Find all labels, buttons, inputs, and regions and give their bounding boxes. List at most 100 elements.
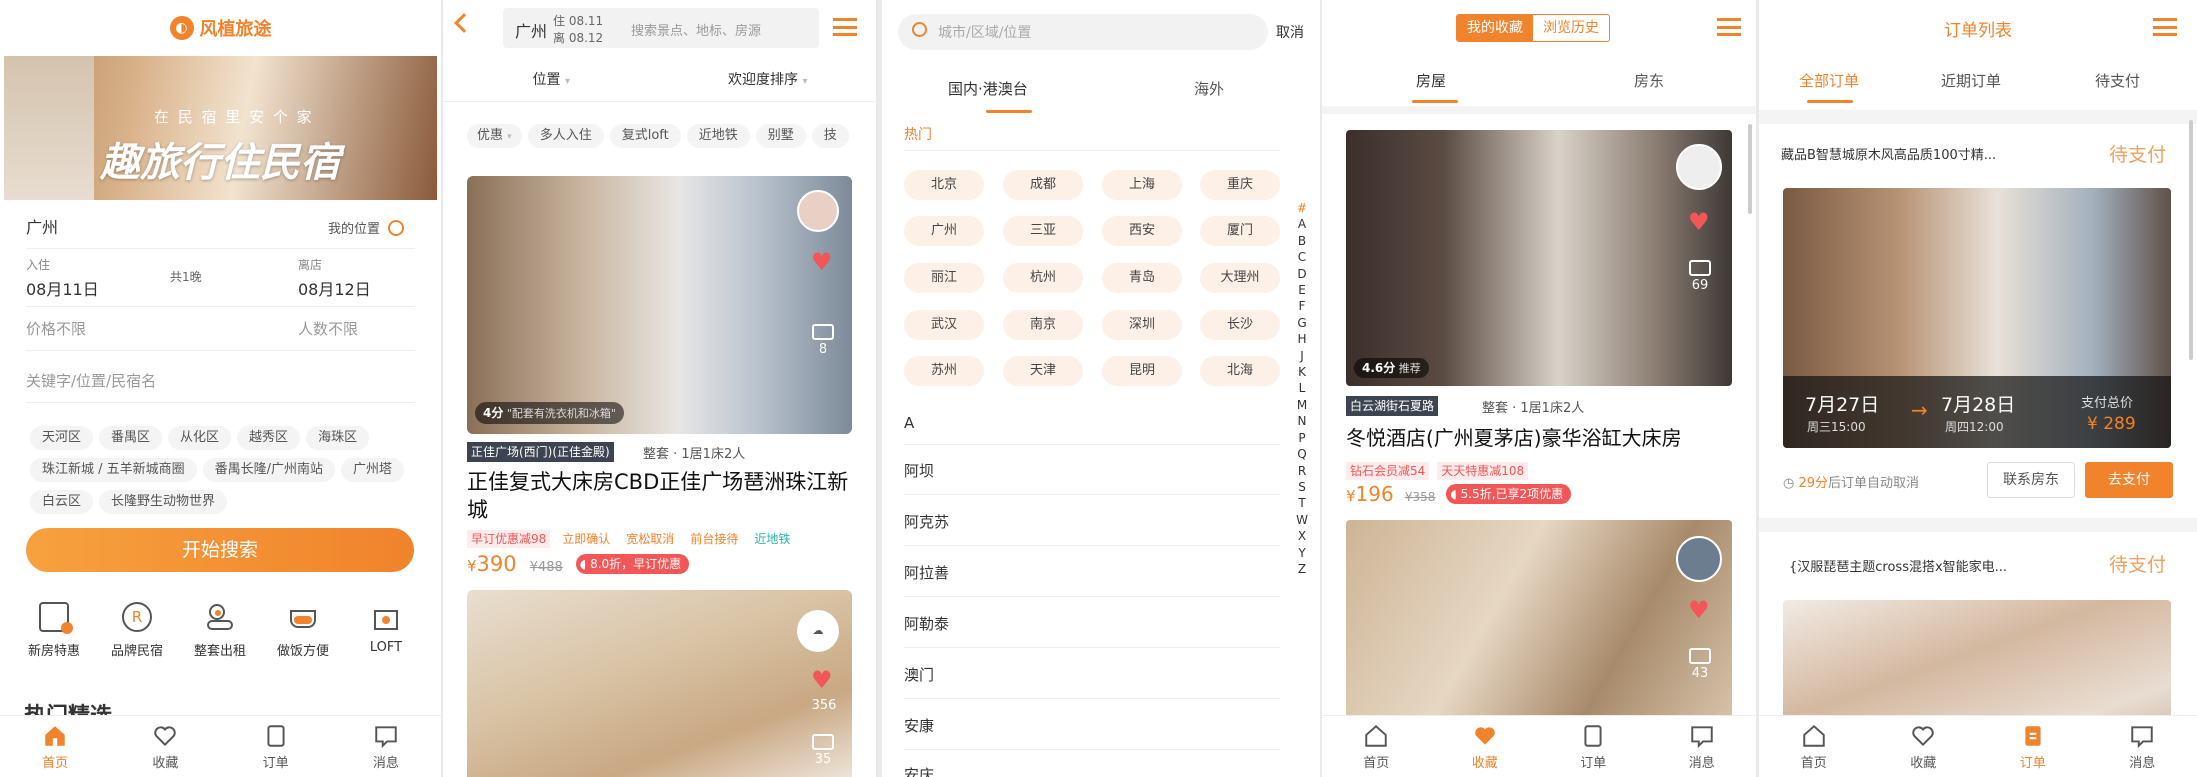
cancel-button[interactable]: 取消 [1276,22,1304,42]
tab-messages[interactable]: 消息 [1648,716,1757,777]
heart-icon[interactable]: ♥ [811,668,833,692]
my-location-button[interactable]: 我的位置 [328,218,405,237]
tab-recent-orders[interactable]: 近期订单 [1941,70,2001,91]
tab-overseas[interactable]: 海外 [1194,78,1224,99]
city-chip[interactable]: 昆明 [1102,356,1182,386]
tab-favorites[interactable]: 收藏 [1869,716,1979,777]
index-letter[interactable]: W [1295,512,1309,528]
price-filter[interactable]: 价格不限 [26,318,86,339]
city-list-item[interactable]: 安康 [904,715,934,736]
category-loft[interactable]: LOFT [346,602,426,659]
city-chip[interactable]: 三亚 [1003,216,1083,246]
filter-chip[interactable]: 复式loft [609,124,681,148]
city-chip[interactable]: 青岛 [1102,263,1182,293]
district-chip[interactable]: 海珠区 [306,426,370,450]
filter-chip[interactable]: 技 [811,124,849,148]
city-chip[interactable]: 成都 [1003,170,1083,200]
tab-orders[interactable]: 订单 [1539,716,1648,777]
tab-messages[interactable]: 消息 [2088,716,2197,777]
city-chip[interactable]: 北京 [904,170,984,200]
index-letter[interactable]: E [1295,282,1309,298]
host-avatar[interactable] [797,190,839,232]
listing-photo[interactable]: ♥ 8 4分 "配套有洗衣机和冰箱" [467,176,852,434]
start-search-button[interactable]: 开始搜索 [26,528,414,572]
index-letter[interactable]: K [1295,364,1309,380]
comment-count[interactable]: 35 [809,734,837,767]
index-letter[interactable]: P [1295,430,1309,446]
index-letter[interactable]: F [1295,298,1309,314]
tab-houses[interactable]: 房屋 [1416,70,1446,91]
city-list-item[interactable]: 阿坝 [904,460,934,481]
index-letter[interactable]: # [1295,200,1309,216]
listing-photo-2[interactable]: ♥ 43 [1346,520,1732,720]
tab-home[interactable]: 首页 [0,716,110,777]
index-letter[interactable]: C [1295,249,1309,265]
district-chip[interactable]: 番禺长隆/广州南站 [202,458,336,482]
index-letter[interactable]: X [1295,528,1309,544]
comment-count[interactable]: 8 [809,324,837,357]
city-chip[interactable]: 厦门 [1200,216,1280,246]
category-whole-rent[interactable]: 整套出租 [180,602,260,659]
filter-chip[interactable]: 近地铁 [686,124,750,148]
district-chip[interactable]: 番禺区 [99,426,163,450]
order-listing-name[interactable]: {汉服琵琶主题cross混搭x智能家电... [1789,556,2007,575]
tab-orders[interactable]: 订单 [1978,716,2088,777]
index-letter[interactable]: Z [1295,561,1309,577]
index-letter[interactable]: B [1295,233,1309,249]
city-chip[interactable]: 南京 [1003,310,1083,340]
district-chip[interactable]: 长隆野生动物世界 [99,490,228,514]
city-chip[interactable]: 深圳 [1102,310,1182,340]
location-sort[interactable]: 位置 ▾ [443,62,660,101]
city-list-item[interactable]: 阿克苏 [904,511,949,532]
city-chip[interactable]: 武汉 [904,310,984,340]
category-brand[interactable]: R 品牌民宿 [97,602,177,659]
city-list-item[interactable]: 阿拉善 [904,562,949,583]
tab-favorites[interactable]: 收藏 [110,716,220,777]
index-letter[interactable]: Y [1295,545,1309,561]
order-listing-name[interactable]: 藏品B智慧城原木风高品质100寸精... [1781,144,1996,163]
brand-avatar[interactable]: ☁ [797,610,839,652]
heart-icon[interactable]: ♥ [1688,598,1710,622]
checkout-date[interactable]: 08月12日 [298,276,371,300]
index-letter[interactable]: R [1295,463,1309,479]
category-cooking[interactable]: 做饭方便 [263,602,343,659]
scrollbar[interactable] [2189,120,2193,360]
search-input[interactable]: 搜索景点、地标、房源 [631,20,761,39]
listing-title[interactable]: 冬悦酒店(广州夏茅店)豪华浴缸大床房 [1346,422,1682,451]
district-chip[interactable]: 珠江新城 / 五羊新城商圈 [30,458,197,482]
segment-favorites[interactable]: 我的收藏 [1457,15,1533,41]
banner-image[interactable]: 在 民 宿 里 安 个 家 趣旅行住民宿 [4,56,437,200]
host-avatar[interactable] [1676,144,1722,190]
tab-domestic[interactable]: 国内·港澳台 [948,78,1028,99]
segment-history[interactable]: 浏览历史 [1533,15,1609,41]
tab-messages[interactable]: 消息 [331,716,441,777]
tab-home[interactable]: 首页 [1759,716,1869,777]
host-avatar[interactable] [1676,536,1722,582]
order-photo[interactable]: 7月27日 周三15:00 → 7月28日 周四12:00 支付总价 ¥ 289 [1783,188,2171,448]
district-chip[interactable]: 广州塔 [341,458,405,482]
index-letter[interactable]: M [1295,397,1309,413]
tab-home[interactable]: 首页 [1322,716,1431,777]
index-letter[interactable]: T [1295,495,1309,511]
comment-count[interactable]: 69 [1686,260,1714,293]
tab-pending-payment[interactable]: 待支付 [2095,70,2140,91]
city-search-input[interactable]: 城市/区域/位置 [898,14,1268,50]
city-chip[interactable]: 北海 [1200,356,1280,386]
city-chip[interactable]: 杭州 [1003,263,1083,293]
back-icon[interactable] [454,13,474,33]
filter-chip[interactable]: 别墅 [755,124,806,148]
tab-orders[interactable]: 订单 [221,716,331,777]
city-chip[interactable]: 上海 [1102,170,1182,200]
keyword-input[interactable]: 关键字/位置/民宿名 [26,370,156,391]
listing-photo[interactable]: ♥ 69 4.6分 推荐 [1346,130,1732,386]
tab-hosts[interactable]: 房东 [1634,70,1664,91]
comment-count[interactable]: 43 [1686,648,1714,681]
index-letter[interactable]: H [1295,331,1309,347]
listing-photo-2[interactable]: ☁ ♥ 356 35 [467,590,852,777]
city-chip[interactable]: 长沙 [1200,310,1280,340]
heart-icon[interactable]: ♥ [1688,210,1710,234]
people-filter[interactable]: 人数不限 [298,318,358,339]
tab-favorites[interactable]: 收藏 [1431,716,1540,777]
filter-chip[interactable]: 优惠 ▾ [467,124,522,148]
menu-icon[interactable] [2153,18,2177,36]
